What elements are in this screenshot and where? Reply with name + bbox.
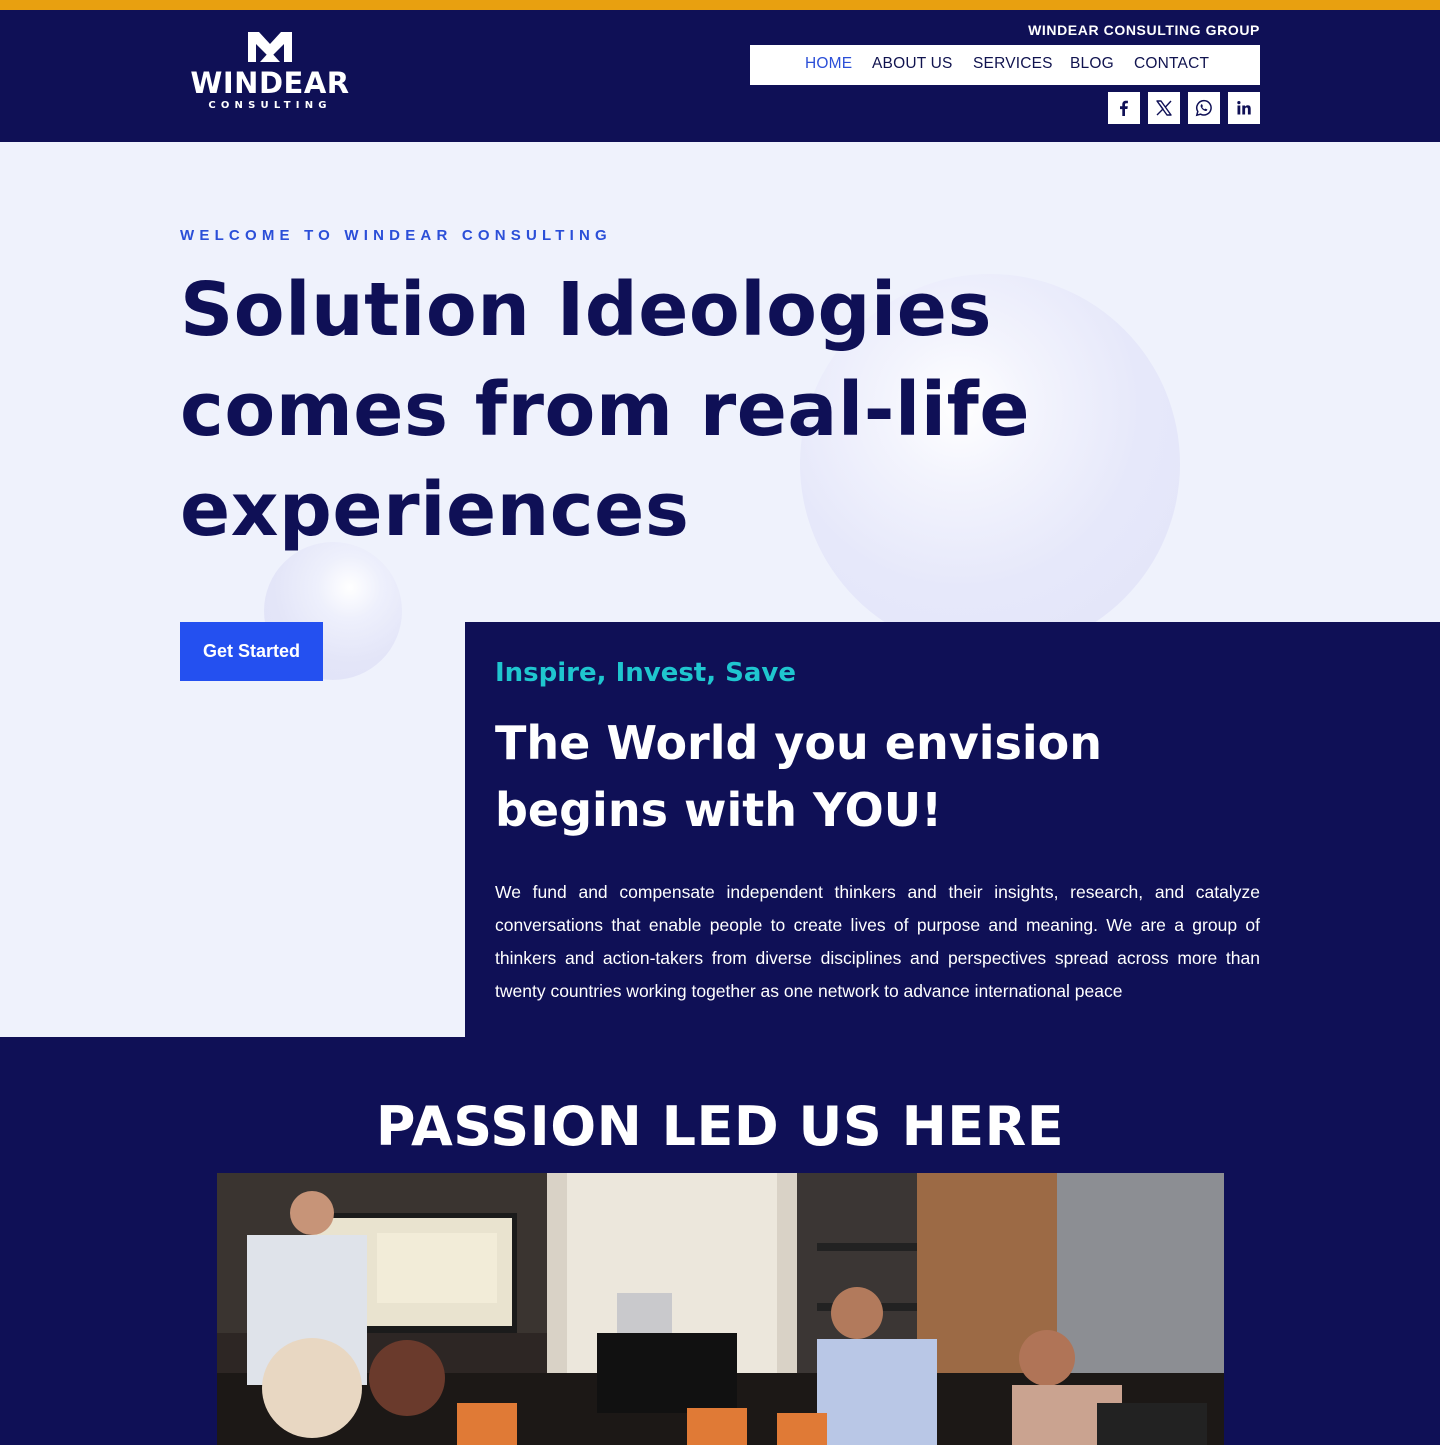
nav-home[interactable]: HOME [805, 55, 852, 73]
logo[interactable]: WINDEAR CONSULTING [180, 30, 360, 122]
panel-title: The World you envision begins with YOU! [495, 710, 1215, 844]
group-name: WINDEAR CONSULTING GROUP [1028, 22, 1260, 38]
nav-blog[interactable]: BLOG [1070, 55, 1114, 73]
crown-logo-icon [248, 32, 292, 62]
accent-bar [0, 0, 1440, 10]
x-twitter-link[interactable] [1148, 92, 1180, 124]
panel-kicker: Inspire, Invest, Save [495, 658, 797, 688]
hero-headline: Solution Ideologies comes from real-life… [180, 260, 1100, 560]
hero-headline-line: Solution Ideologies [180, 267, 993, 353]
hero-section: WELCOME TO WINDEAR CONSULTING Solution I… [0, 142, 1440, 1037]
site-header: WINDEAR CONSULTING WINDEAR CONSULTING GR… [0, 10, 1440, 142]
panel-title-line: begins with YOU! [495, 783, 943, 837]
panel-body: We fund and compensate independent think… [495, 882, 1260, 1001]
nav-contact[interactable]: CONTACT [1134, 55, 1209, 73]
whatsapp-icon [1195, 99, 1212, 117]
nav-about-us[interactable]: ABOUT US [872, 55, 953, 73]
facebook-icon [1120, 100, 1128, 116]
passion-title: PASSION LED US HERE [375, 1095, 1065, 1158]
nav-services[interactable]: SERVICES [973, 55, 1053, 73]
hero-eyebrow: WELCOME TO WINDEAR CONSULTING [180, 227, 612, 244]
linkedin-icon [1237, 101, 1251, 115]
x-twitter-icon [1156, 100, 1172, 116]
get-started-button[interactable]: Get Started [180, 622, 323, 681]
logo-wordmark: WINDEAR [190, 66, 350, 100]
mission-panel: Inspire, Invest, Save The World you envi… [465, 622, 1440, 1037]
team-meeting-photo [217, 1173, 1224, 1445]
panel-title-line: The World you envision [495, 716, 1102, 770]
main-nav: HOME ABOUT US SERVICES BLOG CONTACT [750, 45, 1260, 85]
passion-section: PASSION LED US HERE [0, 1037, 1440, 1445]
whatsapp-link[interactable] [1188, 92, 1220, 124]
facebook-link[interactable] [1108, 92, 1140, 124]
hero-headline-line: comes from real-life [180, 367, 1031, 453]
linkedin-link[interactable] [1228, 92, 1260, 124]
logo-subtext: CONSULTING [208, 100, 332, 111]
hero-headline-line: experiences [180, 467, 690, 553]
